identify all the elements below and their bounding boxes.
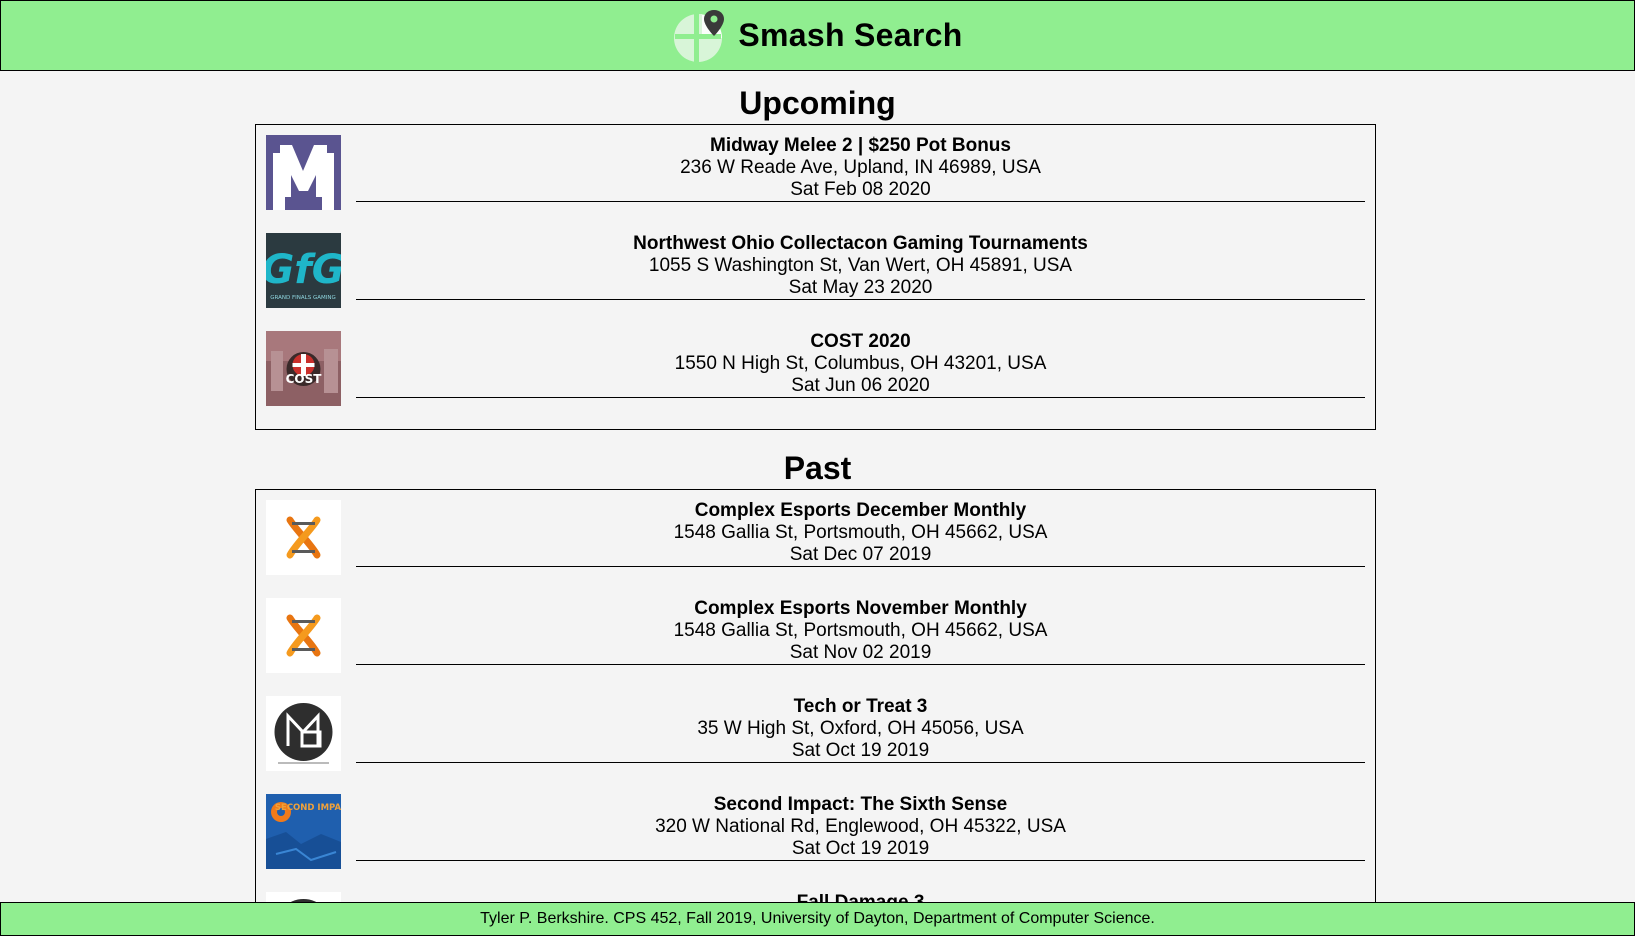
event-info: Second Impact: The Sixth Sense 320 W Nat… [356, 794, 1365, 861]
event-item[interactable]: Complex Esports December Monthly 1548 Ga… [266, 500, 1365, 588]
second-impact-logo-icon: SECOND IMPACT [266, 794, 341, 869]
second-impact-caption: SECOND IMPACT [275, 803, 341, 813]
event-item[interactable]: GfG GRAND FINALS GAMING Northwest Ohio C… [266, 233, 1365, 321]
event-thumbnail[interactable] [266, 696, 341, 771]
site-header: Smash Search [0, 0, 1635, 71]
event-name[interactable]: Complex Esports November Monthly [356, 598, 1365, 620]
complex-esports-logo-icon [266, 598, 341, 673]
event-info: Northwest Ohio Collectacon Gaming Tourna… [356, 233, 1365, 300]
grand-finals-gaming-logo-icon: GfG GRAND FINALS GAMING [266, 233, 341, 308]
event-thumbnail[interactable]: COST [266, 331, 341, 406]
event-date: Sat Feb 08 2020 [790, 179, 931, 200]
event-date: Sat Nov 02 2019 [789, 642, 932, 663]
past-events-list: Complex Esports December Monthly 1548 Ga… [255, 489, 1376, 903]
cost-logo-icon: COST [266, 331, 341, 406]
event-date: Sat Oct 19 2019 [791, 838, 930, 859]
event-item[interactable]: Complex Esports November Monthly 1548 Ga… [266, 598, 1365, 686]
event-info: Tech or Treat 3 35 W High St, Oxford, OH… [356, 696, 1365, 763]
miami-university-smash-logo-icon [266, 696, 341, 771]
event-address: 1548 Gallia St, Portsmouth, OH 45662, US… [673, 620, 1048, 641]
event-address: 236 W Reade Ave, Upland, IN 46989, USA [680, 157, 1041, 178]
event-item[interactable]: Tech or Treat 3 35 W High St, Oxford, OH… [266, 696, 1365, 784]
event-date: Sat Dec 07 2019 [789, 544, 932, 565]
event-info: Complex Esports November Monthly 1548 Ga… [356, 598, 1365, 665]
midway-melee-logo-icon [266, 135, 341, 210]
site-footer: Tyler P. Berkshire. CPS 452, Fall 2019, … [0, 902, 1635, 936]
site-title: Smash Search [738, 17, 963, 53]
gfg-caption: GRAND FINALS GAMING [270, 295, 335, 301]
event-item[interactable]: Midway Melee 2 | $250 Pot Bonus 236 W Re… [266, 135, 1365, 223]
complex-esports-logo-icon [266, 500, 341, 575]
event-address: 1550 N High St, Columbus, OH 43201, USA [674, 353, 1047, 374]
brand[interactable]: Smash Search [672, 8, 962, 64]
main-content: Upcoming Midway Melee 2 | $250 Pot Bonus… [0, 71, 1635, 903]
event-thumbnail[interactable]: SECOND IMPACT [266, 794, 341, 869]
event-info: Midway Melee 2 | $250 Pot Bonus 236 W Re… [356, 135, 1365, 202]
event-name[interactable]: Midway Melee 2 | $250 Pot Bonus [356, 135, 1365, 157]
event-date: Sat May 23 2020 [788, 277, 933, 298]
event-name[interactable]: Tech or Treat 3 [356, 696, 1365, 718]
event-date: Sat Jun 06 2020 [791, 375, 930, 396]
past-heading: Past [783, 450, 852, 486]
event-address: 1055 S Washington St, Van Wert, OH 45891… [648, 255, 1073, 276]
event-thumbnail[interactable] [266, 135, 341, 210]
event-info: Complex Esports December Monthly 1548 Ga… [356, 500, 1365, 567]
event-address: 35 W High St, Oxford, OH 45056, USA [697, 718, 1024, 739]
event-name[interactable]: Complex Esports December Monthly [356, 500, 1365, 522]
event-address: 1548 Gallia St, Portsmouth, OH 45662, US… [673, 522, 1048, 543]
event-name[interactable]: COST 2020 [356, 331, 1365, 353]
upcoming-heading: Upcoming [739, 85, 896, 121]
footer-text: Tyler P. Berkshire. CPS 452, Fall 2019, … [480, 910, 1155, 927]
cost-caption: COST [286, 372, 323, 386]
smash-map-pin-logo-icon [674, 9, 725, 62]
event-name[interactable]: Second Impact: The Sixth Sense [356, 794, 1365, 816]
event-item[interactable]: COST COST 2020 1550 N High St, Columbus,… [266, 331, 1365, 419]
event-item[interactable]: SECOND IMPACT Second Impact: The Sixth S… [266, 794, 1365, 882]
event-name[interactable]: Northwest Ohio Collectacon Gaming Tourna… [356, 233, 1365, 255]
event-thumbnail[interactable] [266, 500, 341, 575]
event-thumbnail[interactable] [266, 598, 341, 673]
event-info: COST 2020 1550 N High St, Columbus, OH 4… [356, 331, 1365, 398]
page: Smash Search Upcoming Midway Melee 2 | $… [0, 0, 1635, 936]
event-date: Sat Oct 19 2019 [791, 740, 930, 761]
event-thumbnail[interactable]: GfG GRAND FINALS GAMING [266, 233, 341, 308]
svg-text:GfG: GfG [266, 247, 341, 293]
event-address: 320 W National Rd, Englewood, OH 45322, … [655, 816, 1066, 837]
upcoming-events-list: Midway Melee 2 | $250 Pot Bonus 236 W Re… [255, 124, 1376, 430]
